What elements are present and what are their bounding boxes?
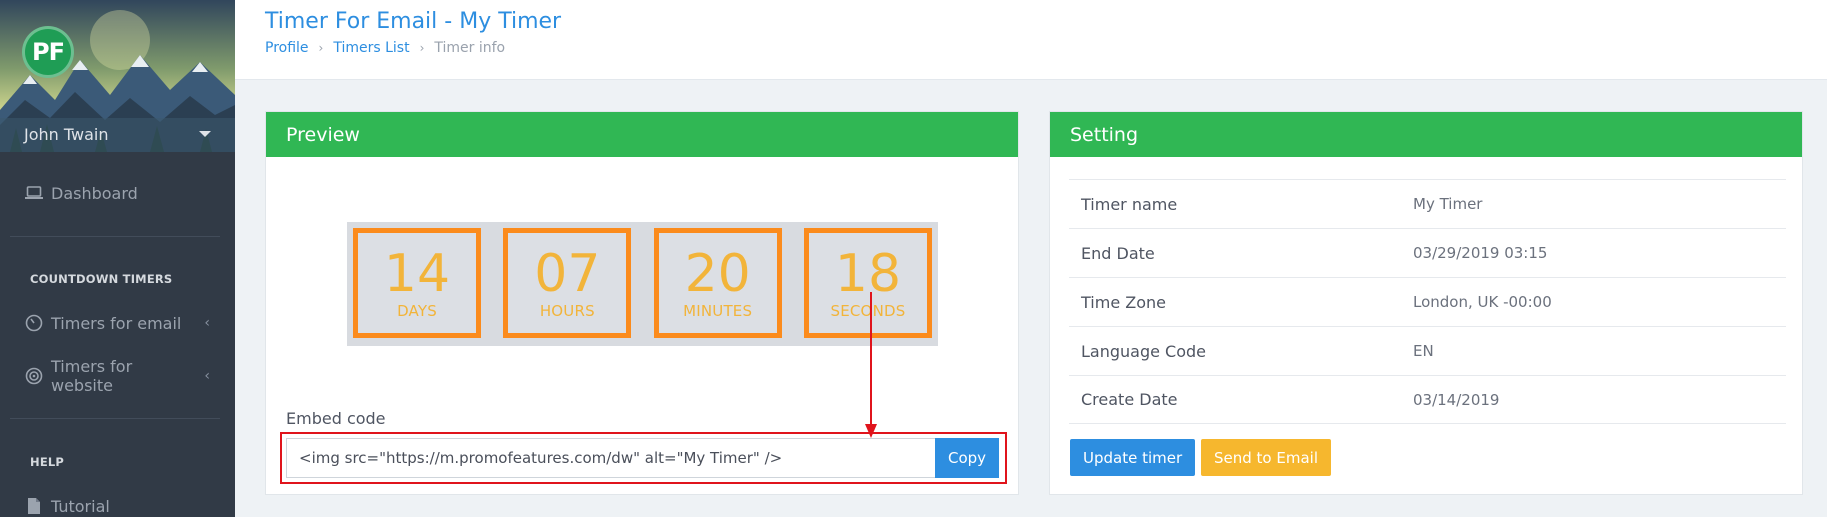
chevron-right-icon: ›	[419, 41, 425, 55]
timer-value: 14	[383, 244, 451, 304]
table-row: Language Code EN	[1069, 326, 1786, 375]
sidebar-item-dashboard[interactable]: Dashboard	[25, 181, 210, 205]
page-title: Timer For Email - My Timer	[265, 9, 562, 34]
page-header: Timer For Email - My Timer Profile › Tim…	[235, 0, 1827, 80]
setting-value: London, UK -00:00	[1413, 293, 1552, 311]
chevron-left-icon: ‹	[204, 315, 210, 331]
table-row: Create Date 03/14/2019	[1069, 375, 1786, 424]
timer-value: 07	[534, 244, 601, 304]
laptop-icon	[25, 184, 43, 202]
timer-unit-label: HOURS	[539, 302, 595, 320]
sidebar-divider	[10, 418, 220, 419]
sidebar-item-timers-email[interactable]: Timers for email ‹	[25, 311, 210, 335]
section-help: HELP	[30, 455, 65, 469]
breadcrumb: Profile › Timers List › Timer info	[265, 40, 505, 56]
send-to-email-button[interactable]: Send to Email	[1201, 439, 1331, 476]
setting-key: Create Date	[1081, 390, 1178, 409]
countdown-timer-preview: 14 DAYS 07 HOURS 20 MINUTES 18 SECONDS	[347, 222, 938, 346]
breadcrumb-profile[interactable]: Profile	[265, 40, 309, 56]
table-row: Timer name My Timer	[1069, 179, 1786, 228]
avatar[interactable]: PF	[22, 26, 74, 78]
user-menu[interactable]: John Twain	[10, 122, 225, 146]
chevron-left-icon: ‹	[204, 368, 210, 384]
timer-minutes: 20 MINUTES	[653, 228, 782, 338]
breadcrumb-timer-info: Timer info	[434, 40, 506, 56]
user-name: John Twain	[24, 124, 109, 144]
setting-value: EN	[1413, 342, 1434, 360]
breadcrumb-timers-list[interactable]: Timers List	[333, 40, 409, 56]
setting-value: 03/29/2019 03:15	[1413, 244, 1548, 262]
update-timer-button[interactable]: Update timer	[1070, 439, 1196, 476]
setting-key: Time Zone	[1081, 292, 1166, 312]
table-row: Time Zone London, UK -00:00	[1069, 277, 1786, 326]
setting-key: Language Code	[1081, 341, 1207, 361]
sidebar-item-label: Dashboard	[51, 183, 138, 203]
sidebar-item-label: Tutorial	[51, 496, 110, 516]
setting-card-title: Setting	[1050, 112, 1802, 157]
timer-hours: 07 HOURS	[503, 228, 632, 338]
caret-down-icon	[199, 131, 211, 137]
sidebar: PF John Twain Dashboard COUNTDOWN TIMERS…	[0, 0, 235, 517]
setting-key: Timer name	[1081, 194, 1178, 214]
embed-code-input[interactable]	[286, 438, 936, 478]
sidebar-item-tutorial[interactable]: Tutorial	[25, 494, 210, 517]
clock-icon	[25, 314, 43, 332]
preview-card-title: Preview	[266, 112, 1018, 157]
copy-button[interactable]: Copy	[935, 438, 999, 478]
timer-unit-label: MINUTES	[683, 302, 753, 320]
preview-card: Preview 14 DAYS 07 HOURS 20 MINUTES 18 S…	[265, 111, 1019, 495]
settings-table: Timer name My Timer End Date 03/29/2019 …	[1069, 179, 1786, 424]
sidebar-item-label: Timers for email	[51, 313, 182, 333]
embed-code-label: Embed code	[286, 409, 386, 428]
chevron-right-icon: ›	[318, 41, 324, 55]
target-icon	[25, 367, 43, 385]
document-icon	[25, 497, 43, 515]
sidebar-divider	[10, 236, 220, 237]
sidebar-item-timers-website[interactable]: Timers for website ‹	[25, 357, 210, 395]
setting-value: 03/14/2019	[1413, 390, 1500, 409]
table-row: End Date 03/29/2019 03:15	[1069, 228, 1786, 277]
setting-card: Setting Timer name My Timer End Date 03/…	[1049, 111, 1803, 495]
timer-days: 14 DAYS	[353, 228, 481, 338]
setting-key: End Date	[1081, 243, 1155, 263]
timer-value: 20	[684, 244, 751, 304]
sidebar-item-label: Timers for website	[51, 357, 133, 395]
setting-value: My Timer	[1413, 195, 1483, 213]
timer-unit-label: DAYS	[397, 302, 437, 320]
section-countdown-timers: COUNTDOWN TIMERS	[30, 272, 173, 286]
annotation-arrow-icon	[865, 292, 877, 438]
